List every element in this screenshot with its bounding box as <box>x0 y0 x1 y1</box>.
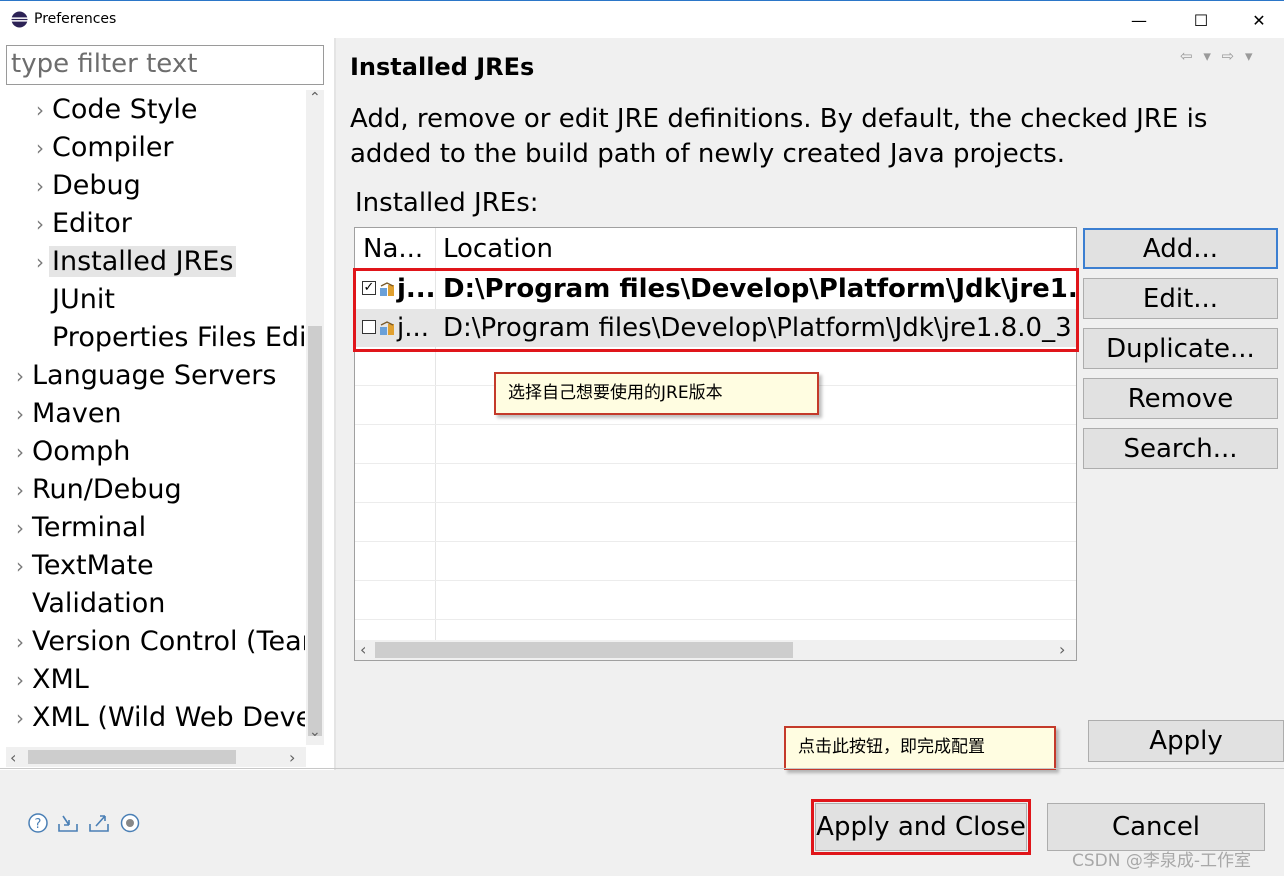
tree-item-terminal[interactable]: › Terminal <box>16 509 146 547</box>
scroll-left-arrow-icon[interactable]: ‹ <box>360 640 366 659</box>
tree-item-version-control[interactable]: › Version Control (Tear <box>16 623 305 661</box>
row-divider <box>355 424 1076 425</box>
description-line-2: added to the build path of newly created… <box>350 139 1066 169</box>
scroll-right-arrow-icon[interactable]: › <box>1059 640 1065 659</box>
tree-item-compiler[interactable]: › Compiler <box>36 129 174 167</box>
tree-item-run-debug[interactable]: › Run/Debug <box>16 471 182 509</box>
add-button[interactable]: Add... <box>1083 228 1278 269</box>
select-jre-callout: 选择自己想要使用的JRE版本 <box>494 372 819 415</box>
tree-item-oomph[interactable]: › Oomph <box>16 433 130 471</box>
tree-item-properties-files-editor[interactable]: Properties Files Edit <box>52 319 305 357</box>
chevron-right-icon[interactable]: › <box>36 243 44 281</box>
column-header-name[interactable]: Na... <box>363 228 424 268</box>
tree-horizontal-scrollbar[interactable]: ‹ › <box>6 747 306 767</box>
apply-button[interactable]: Apply <box>1088 720 1284 762</box>
scroll-left-arrow-icon[interactable]: ‹ <box>10 748 16 767</box>
record-icon[interactable] <box>119 812 141 834</box>
jre-selection-highlight <box>353 268 1079 352</box>
chevron-right-icon[interactable]: › <box>16 357 24 395</box>
title-bar: Preferences — ☐ ✕ <box>0 0 1284 38</box>
chevron-right-icon[interactable]: › <box>36 91 44 129</box>
table-horizontal-scrollbar[interactable]: ‹ › <box>355 640 1076 660</box>
chevron-right-icon[interactable]: › <box>36 167 44 205</box>
export-icon[interactable] <box>88 812 110 834</box>
tree-item-xml[interactable]: › XML <box>16 661 89 699</box>
chevron-right-icon[interactable]: › <box>16 509 24 547</box>
page-title: Installed JREs <box>350 53 535 81</box>
scroll-down-arrow-icon[interactable]: ⌄ <box>309 724 321 740</box>
chevron-right-icon[interactable]: › <box>16 661 24 699</box>
cancel-button[interactable]: Cancel <box>1047 803 1265 851</box>
row-divider <box>355 619 1076 620</box>
watermark: CSDN @李泉成-工作室 <box>1072 851 1252 871</box>
close-button[interactable]: ✕ <box>1230 1 1284 39</box>
remove-button[interactable]: Remove <box>1083 378 1278 419</box>
minimize-button[interactable]: — <box>1110 1 1168 39</box>
chevron-right-icon[interactable]: › <box>16 547 24 585</box>
tree-item-debug[interactable]: › Debug <box>36 167 141 205</box>
chevron-right-icon[interactable]: › <box>16 699 24 737</box>
chevron-right-icon[interactable]: › <box>16 395 24 433</box>
scrollbar-thumb[interactable] <box>28 750 236 764</box>
chevron-right-icon[interactable]: › <box>16 433 24 471</box>
import-icon[interactable] <box>57 812 79 834</box>
maximize-button[interactable]: ☐ <box>1172 1 1230 39</box>
tree-vertical-scrollbar[interactable]: ⌃ ⌄ <box>306 90 324 745</box>
apply-close-highlight <box>811 799 1031 855</box>
row-divider <box>355 463 1076 464</box>
duplicate-button[interactable]: Duplicate... <box>1083 328 1278 369</box>
tree-item-editor[interactable]: › Editor <box>36 205 132 243</box>
tree-item-textmate[interactable]: › TextMate <box>16 547 154 585</box>
help-icon[interactable]: ? <box>27 812 49 834</box>
tree-item-installed-jres[interactable]: › Installed JREs <box>36 243 237 281</box>
tree-item-junit[interactable]: JUnit <box>52 281 115 319</box>
scroll-up-arrow-icon[interactable]: ⌃ <box>309 90 321 106</box>
tree-item-xml-wild-web-developer[interactable]: › XML (Wild Web Deve <box>16 699 305 737</box>
tree-item-language-servers[interactable]: › Language Servers <box>16 357 276 395</box>
scroll-right-arrow-icon[interactable]: › <box>289 748 295 767</box>
installed-jres-label: Installed JREs: <box>355 188 539 218</box>
chevron-right-icon[interactable]: › <box>36 205 44 243</box>
apply-close-callout: 点击此按钮，即完成配置 <box>784 726 1056 770</box>
history-nav-arrows[interactable]: ⇦ ▾ ⇨ ▾ <box>1180 47 1256 65</box>
scrollbar-thumb[interactable] <box>375 642 793 658</box>
tree-item-maven[interactable]: › Maven <box>16 395 122 433</box>
svg-text:?: ? <box>35 817 42 832</box>
search-button[interactable]: Search... <box>1083 428 1278 469</box>
column-header-location[interactable]: Location <box>443 228 553 268</box>
chevron-right-icon[interactable]: › <box>16 623 24 661</box>
bottom-separator <box>0 768 1284 769</box>
chevron-right-icon[interactable]: › <box>36 129 44 167</box>
description-line-1: Add, remove or edit JRE definitions. By … <box>350 104 1208 134</box>
row-divider <box>355 502 1076 503</box>
filter-input[interactable]: type filter text <box>6 45 324 85</box>
eclipse-logo-icon <box>11 11 28 28</box>
pane-divider[interactable] <box>334 38 336 770</box>
row-divider <box>355 541 1076 542</box>
preferences-tree: › Code Style › Compiler › Debug › Editor › In… <box>0 90 305 745</box>
page-description: Add, remove or edit JRE definitions. By … <box>350 102 1250 172</box>
tree-item-validation[interactable]: Validation <box>32 585 165 623</box>
tree-item-code-style[interactable]: › Code Style <box>36 91 198 129</box>
edit-button[interactable]: Edit... <box>1083 278 1278 319</box>
row-divider <box>355 580 1076 581</box>
window-title: Preferences <box>34 11 117 27</box>
scrollbar-thumb[interactable] <box>308 326 322 736</box>
chevron-right-icon[interactable]: › <box>16 471 24 509</box>
